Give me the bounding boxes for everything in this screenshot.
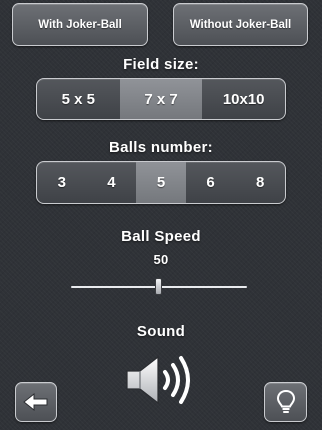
- balls-number-option-5[interactable]: 5: [136, 162, 186, 203]
- ball-speed-slider[interactable]: [71, 278, 247, 295]
- field-size-segmented-control: 5 x 5 7 x 7 10x10: [36, 78, 286, 120]
- ball-speed-heading: Ball Speed: [121, 228, 201, 245]
- ball-speed-value: 50: [153, 252, 169, 267]
- ball-speed-slider-thumb[interactable]: [155, 278, 162, 295]
- with-joker-ball-button[interactable]: With Joker-Ball: [12, 3, 148, 46]
- field-size-option-5x5[interactable]: 5 x 5: [37, 79, 120, 119]
- balls-number-option-6[interactable]: 6: [186, 162, 236, 203]
- with-joker-ball-label: With Joker-Ball: [38, 18, 122, 31]
- lightbulb-icon: [276, 389, 295, 413]
- back-button[interactable]: [15, 382, 57, 422]
- balls-number-heading: Balls number:: [109, 139, 213, 156]
- balls-number-segmented-control: 3 4 5 6 8: [36, 161, 286, 204]
- balls-number-option-3[interactable]: 3: [37, 162, 87, 203]
- speaker-volume-icon[interactable]: [125, 354, 197, 406]
- without-joker-ball-button[interactable]: Without Joker-Ball: [173, 3, 308, 46]
- arrow-left-icon: [23, 392, 48, 412]
- hint-button[interactable]: [264, 382, 307, 422]
- sound-heading: Sound: [136, 323, 186, 340]
- balls-number-option-8[interactable]: 8: [235, 162, 285, 203]
- balls-number-option-4[interactable]: 4: [87, 162, 137, 203]
- without-joker-ball-label: Without Joker-Ball: [189, 18, 292, 31]
- field-size-option-7x7[interactable]: 7 x 7: [119, 79, 203, 119]
- field-size-heading: Field size:: [123, 56, 199, 73]
- field-size-option-10x10[interactable]: 10x10: [202, 79, 285, 119]
